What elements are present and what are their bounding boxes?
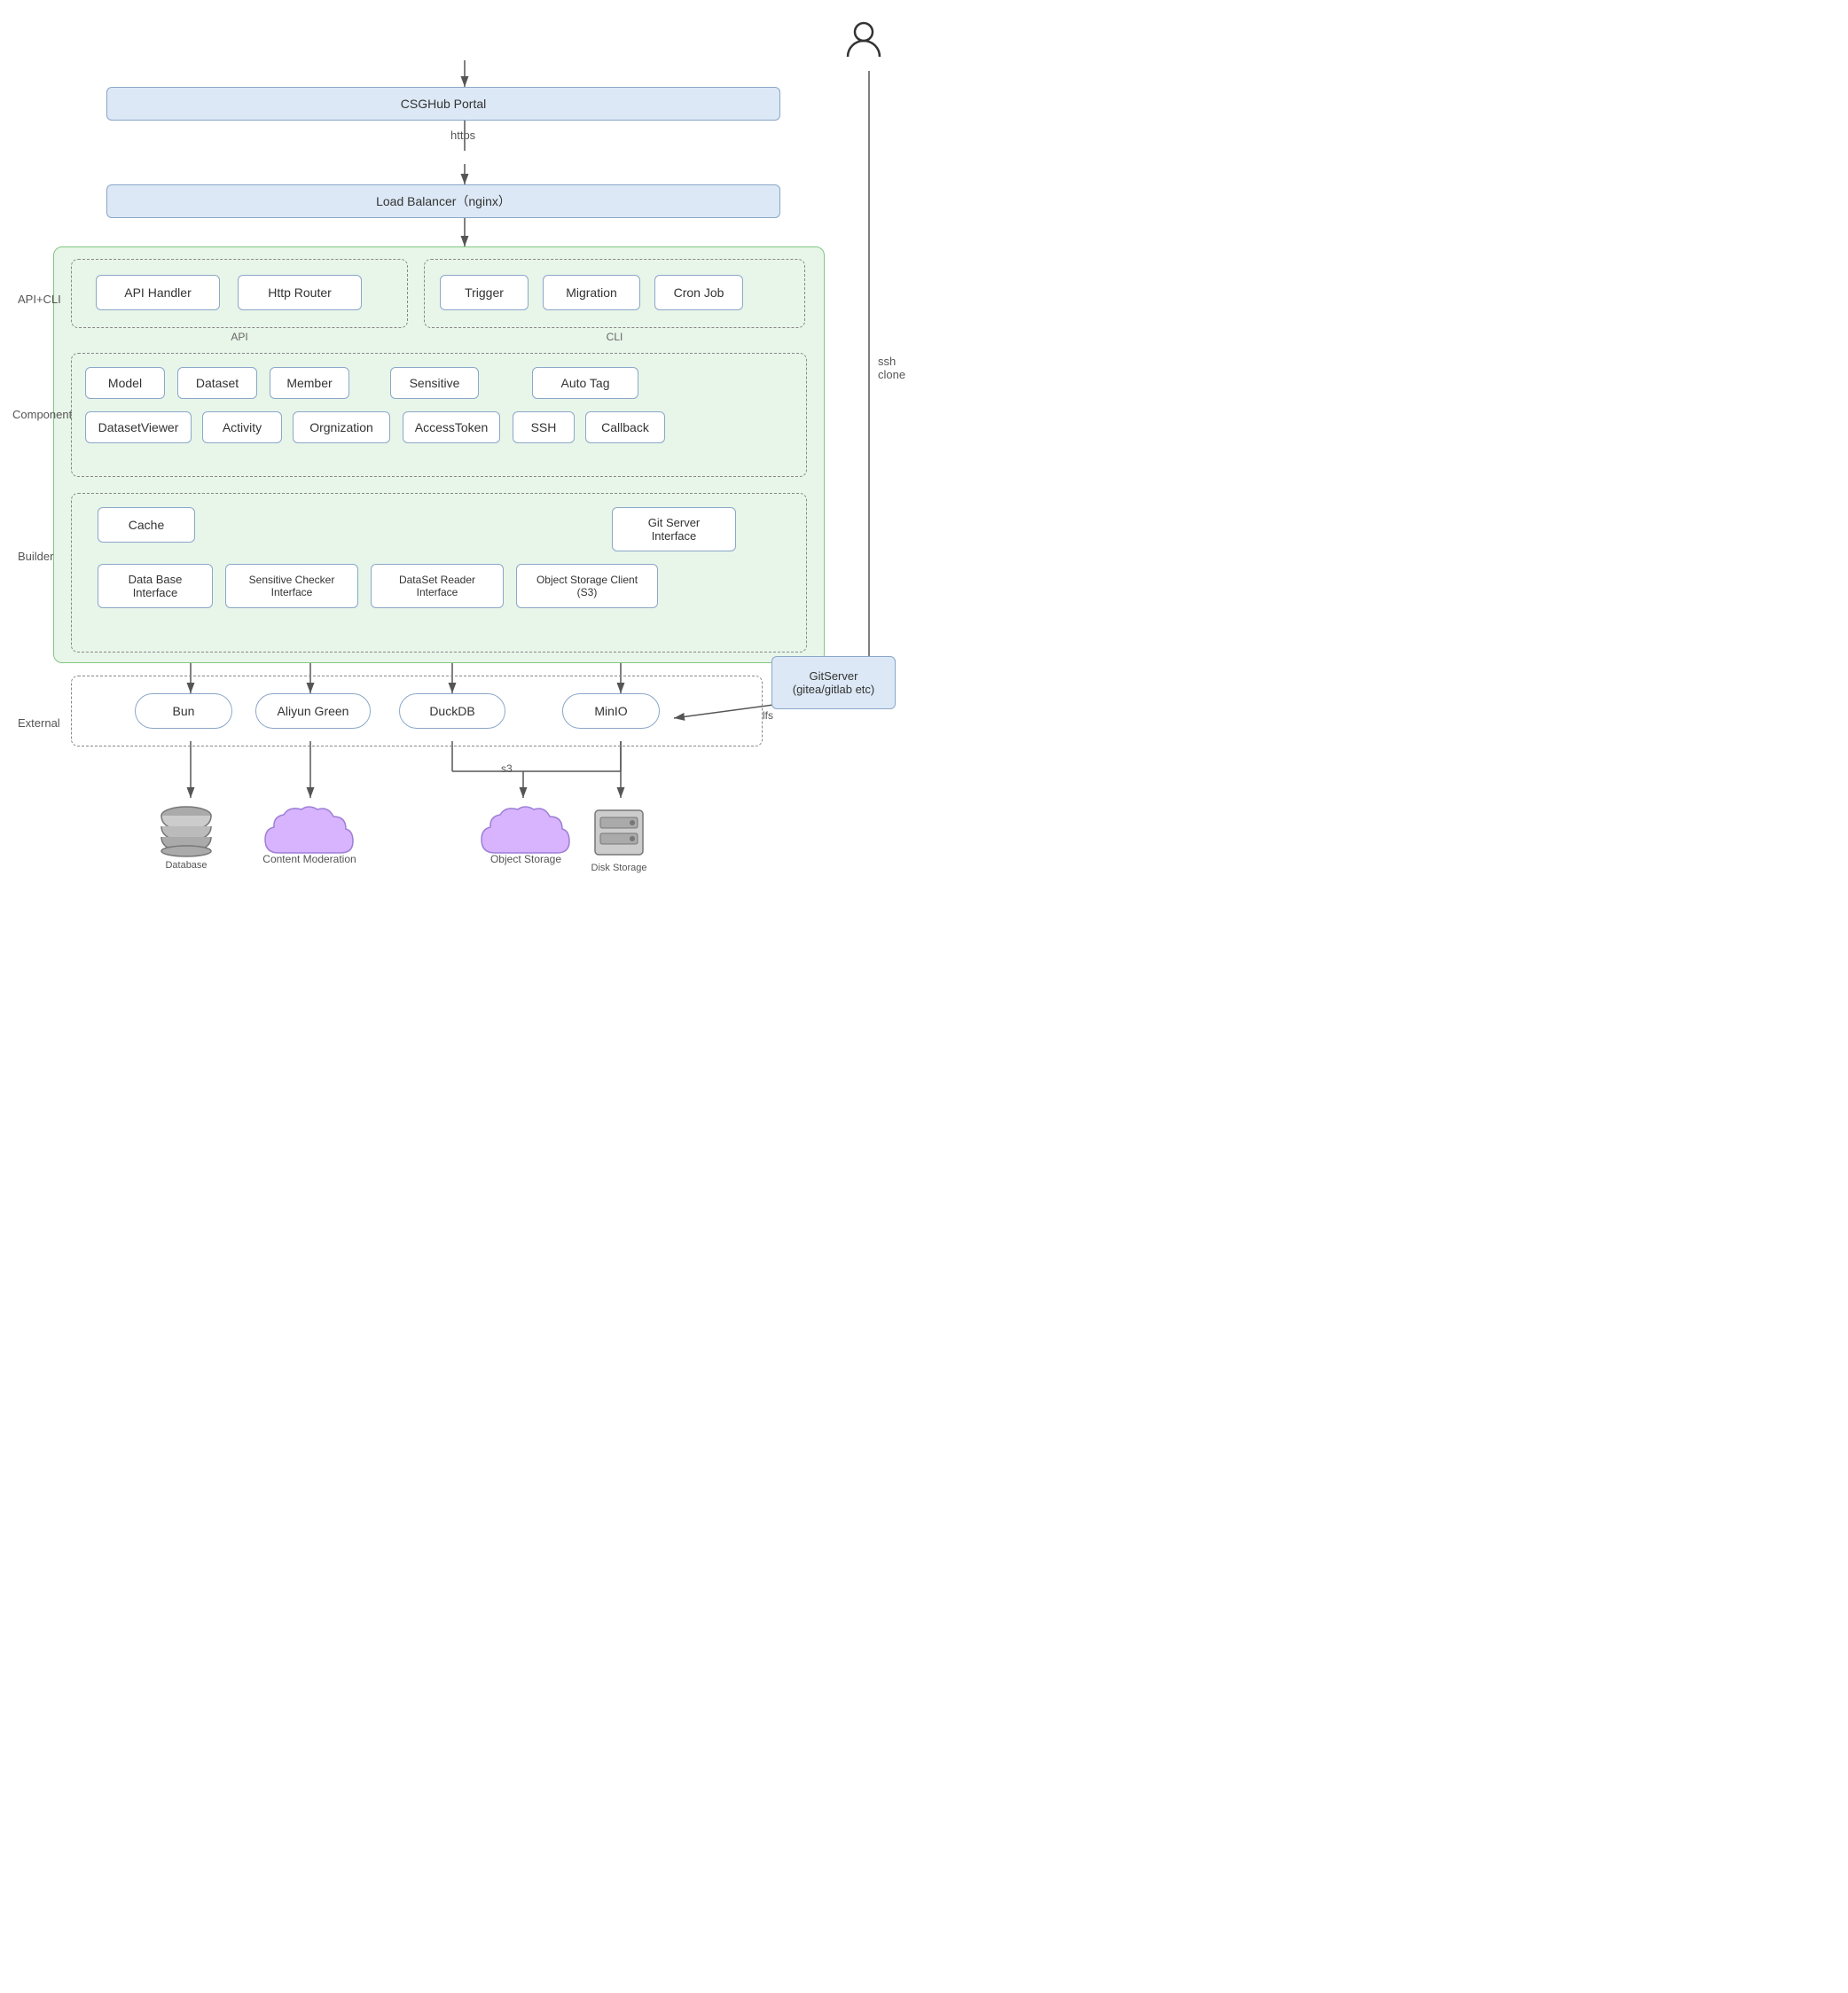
content-moderation-cloud: Content Moderation xyxy=(252,794,367,874)
migration-box: Migration xyxy=(543,275,640,310)
api-cli-label: API+CLI xyxy=(18,293,61,306)
bun-box: Bun xyxy=(135,693,232,729)
dataset-box: Dataset xyxy=(177,367,257,399)
object-storage-cloud: Object Storage xyxy=(468,794,583,874)
aliyun-green-box: Aliyun Green xyxy=(255,693,371,729)
https-label: https xyxy=(450,129,475,142)
user-icon xyxy=(842,18,885,69)
sensitive-checker-interface-box: Sensitive Checker Interface xyxy=(225,564,358,608)
model-box: Model xyxy=(85,367,165,399)
ssh-clone-label: ssh clone xyxy=(878,355,924,381)
object-storage-label: Object Storage xyxy=(490,853,561,865)
callback-box: Callback xyxy=(585,411,665,443)
organization-box: Orgnization xyxy=(293,411,390,443)
cli-label: CLI xyxy=(607,331,623,343)
load-balancer-box: Load Balancer（nginx） xyxy=(106,184,780,218)
builder-label: Builder xyxy=(18,550,53,563)
external-label: External xyxy=(18,716,60,730)
http-router-box: Http Router xyxy=(238,275,362,310)
auto-tag-box: Auto Tag xyxy=(532,367,638,399)
api-handler-box: API Handler xyxy=(96,275,220,310)
access-token-box: AccessToken xyxy=(403,411,500,443)
ssh-box: SSH xyxy=(513,411,575,443)
lfs-label: lfs xyxy=(763,709,773,722)
git-server-box: GitServer (gitea/gitlab etc) xyxy=(771,656,896,709)
api-label: API xyxy=(231,331,247,343)
git-server-interface-box: Git Server Interface xyxy=(612,507,736,551)
database-icon: Database xyxy=(142,798,231,878)
minio-box: MinIO xyxy=(562,693,660,729)
activity-box: Activity xyxy=(202,411,282,443)
dataset-viewer-box: DatasetViewer xyxy=(85,411,192,443)
member-box: Member xyxy=(270,367,349,399)
trigger-box: Trigger xyxy=(440,275,529,310)
component-label: Component xyxy=(12,408,72,421)
content-moderation-label: Content Moderation xyxy=(262,853,356,865)
dataset-reader-interface-box: DataSet Reader Interface xyxy=(371,564,504,608)
disk-icon: Disk Storage xyxy=(575,798,663,878)
database-label: Database xyxy=(165,860,207,871)
cache-box: Cache xyxy=(98,507,195,543)
sensitive-box: Sensitive xyxy=(390,367,479,399)
diagram-container: ssh clone CSGHub Portal https Load Balan… xyxy=(0,0,924,996)
duckdb-box: DuckDB xyxy=(399,693,505,729)
data-base-interface-box: Data Base Interface xyxy=(98,564,213,608)
s3-label: s3 xyxy=(501,762,513,775)
object-storage-client-box: Object Storage Client (S3) xyxy=(516,564,658,608)
disk-label: Disk Storage xyxy=(591,863,647,873)
cron-job-box: Cron Job xyxy=(654,275,743,310)
csghub-portal-box: CSGHub Portal xyxy=(106,87,780,121)
